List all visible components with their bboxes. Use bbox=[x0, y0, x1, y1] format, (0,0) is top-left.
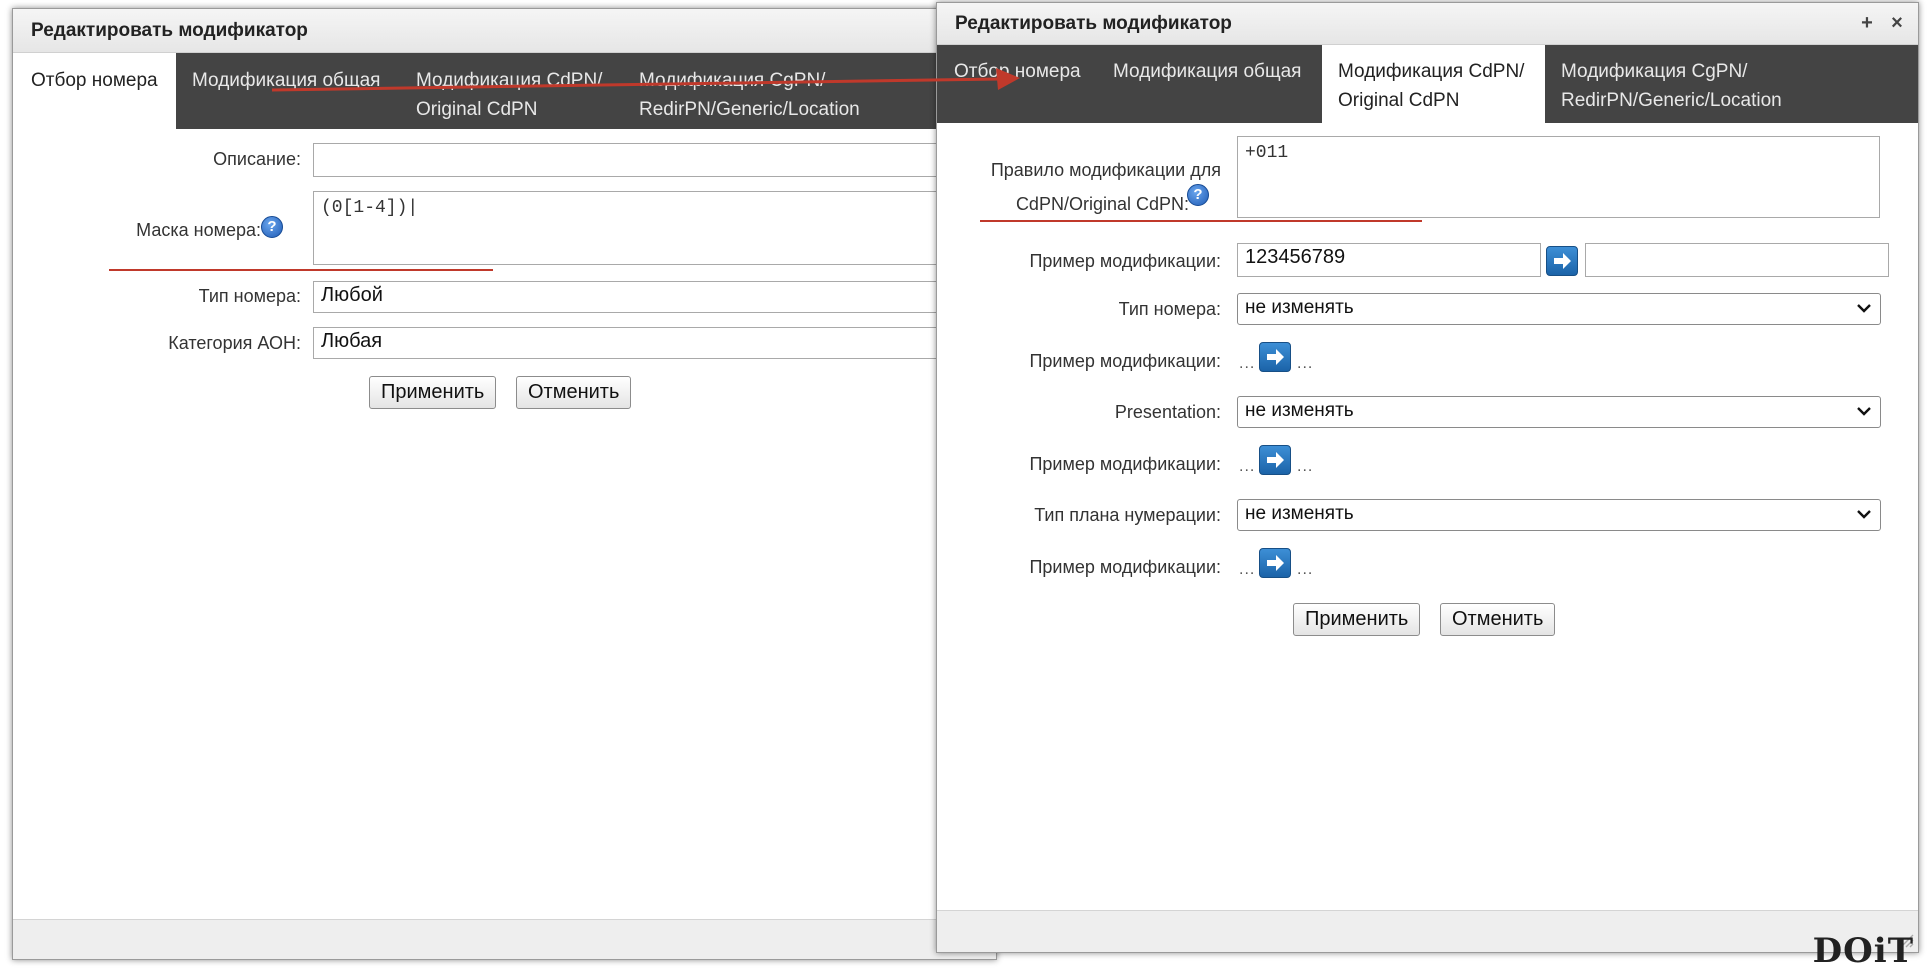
annotation-arrow-line bbox=[271, 77, 1001, 92]
annotation-arrow-overlay bbox=[271, 68, 1020, 92]
watermark-logo: DOiT bbox=[1813, 931, 1914, 971]
watermark-text: DOiT bbox=[1812, 931, 1914, 971]
annotation-arrow-head bbox=[996, 68, 1020, 90]
